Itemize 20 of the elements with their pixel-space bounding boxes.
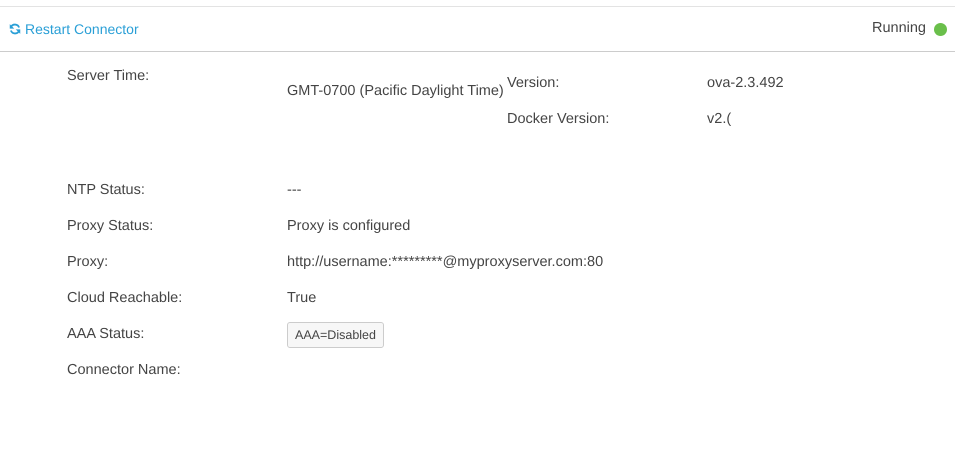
field-value: ---	[287, 181, 302, 200]
field-label: Proxy:	[67, 253, 110, 272]
field-label: Proxy Status:	[67, 217, 154, 236]
field-label: Docker Version:	[507, 110, 610, 130]
field-value: v2.(	[707, 110, 732, 130]
field-value: ova-2.3.492	[707, 74, 784, 94]
field-label: AAA Status:	[67, 325, 146, 344]
refresh-icon	[9, 23, 21, 35]
field-label: Server Time:	[67, 67, 150, 86]
field-label: NTP Status:	[67, 181, 146, 200]
field-value: True	[287, 289, 316, 308]
status-tag: AAA=Disabled	[287, 322, 384, 348]
field-value: Proxy is configured	[287, 217, 410, 236]
field-label: Cloud Reachable:	[67, 289, 184, 308]
restart-button[interactable]: Restart Connector	[9, 18, 139, 40]
field-label: Connector Name:	[67, 361, 182, 380]
field-label: Version:	[507, 74, 560, 94]
field-value: http://username:*********@myproxyserver.com:80	[287, 253, 604, 272]
field-value: GMT-0700 (Pacific Daylight Time)	[287, 83, 504, 99]
status-label: Running	[872, 19, 926, 38]
